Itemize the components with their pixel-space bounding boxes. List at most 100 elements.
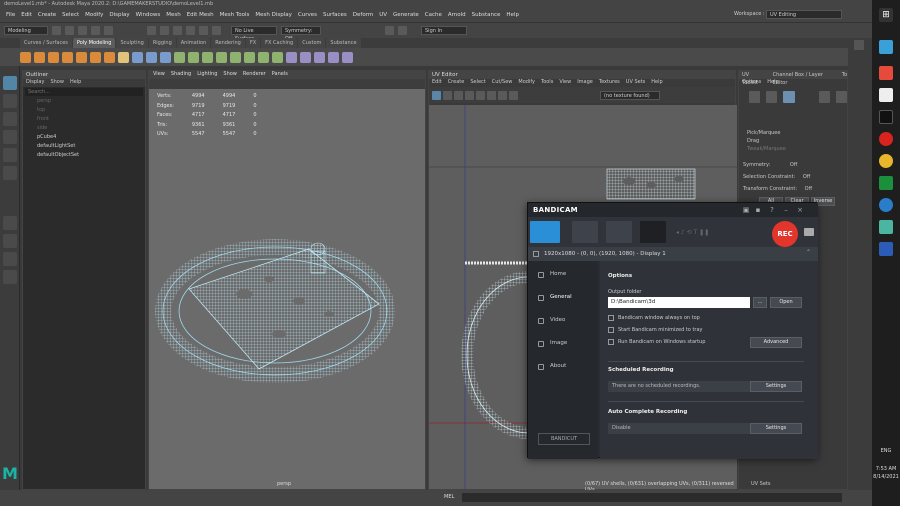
unfold-icon[interactable] — [328, 51, 339, 63]
bandicut-button[interactable]: BANDICUT — [538, 433, 590, 445]
browse-button[interactable]: ... — [753, 297, 767, 308]
outliner-item[interactable]: defaultObjectSet — [23, 151, 145, 160]
append-icon[interactable] — [216, 51, 227, 63]
uv-menu-item[interactable]: Help — [651, 79, 662, 87]
auto-map-icon[interactable] — [314, 51, 325, 63]
outliner-layout-icon[interactable] — [3, 270, 17, 284]
auto-complete-settings-button[interactable]: Settings — [750, 423, 802, 434]
menu-item[interactable]: Deform — [353, 12, 373, 18]
app-icon-4[interactable] — [879, 110, 893, 124]
game-mode-icon[interactable] — [572, 221, 598, 243]
shelf-tab[interactable]: Custom — [298, 38, 326, 48]
target-weld-icon[interactable] — [258, 51, 269, 63]
toolkit-tab[interactable]: UV Toolkit — [742, 71, 765, 86]
viewport-menu-item[interactable]: Shading — [171, 71, 191, 79]
uv-editor-icon[interactable] — [286, 51, 297, 63]
uv-checker-icon[interactable] — [454, 90, 463, 100]
shell-mode-icon[interactable] — [818, 91, 830, 103]
live-surface-field[interactable]: No Live Surface — [231, 26, 277, 42]
shelf-tab[interactable]: Rigging — [148, 38, 176, 48]
device-mode-icon[interactable] — [606, 221, 632, 243]
select-object-icon[interactable] — [160, 26, 169, 35]
bevel-icon[interactable] — [174, 51, 185, 63]
menu-item[interactable]: Select — [62, 12, 79, 18]
uv-menu-item[interactable]: Modify — [518, 79, 535, 87]
select-component-icon[interactable] — [173, 26, 182, 35]
display-selection[interactable]: 1920x1080 - (0, 0), (1920, 1080) - Displ… — [528, 247, 818, 261]
select-tool-icon[interactable] — [3, 76, 17, 90]
symmetry-dropdown[interactable]: Symmetry: Off — [281, 26, 321, 42]
chrome-icon[interactable] — [879, 154, 893, 168]
snap-grid-icon[interactable] — [186, 26, 195, 35]
uv-menu-item[interactable]: Tools — [541, 79, 553, 87]
outliner-item[interactable]: top — [23, 106, 145, 115]
sign-in-button[interactable]: Sign In — [421, 26, 467, 35]
snap-point-icon[interactable] — [212, 26, 221, 35]
render-icon[interactable] — [385, 26, 394, 35]
multi-cut-icon[interactable] — [244, 51, 255, 63]
uv-menu-item[interactable]: Image — [577, 79, 593, 87]
layout-icon[interactable] — [342, 51, 353, 63]
outliner-menu-item[interactable]: Display — [26, 79, 44, 87]
save-scene-icon[interactable] — [78, 26, 87, 35]
tweak-option[interactable]: Tweak/Marquee — [747, 145, 847, 153]
cube-icon[interactable] — [34, 51, 45, 63]
texture-dropdown[interactable]: (no texture found) — [600, 90, 660, 100]
panel-toggle-icon[interactable] — [854, 40, 864, 50]
clock-time[interactable]: 7:53 AM — [872, 466, 900, 472]
selection-constraint-value[interactable]: Off — [803, 174, 810, 180]
face-mode-icon[interactable] — [783, 91, 795, 103]
outliner-item[interactable]: front — [23, 115, 145, 124]
pick-marquee-option[interactable]: Pick/Marquee — [747, 129, 847, 137]
word-icon[interactable] — [879, 242, 893, 256]
outliner-search[interactable]: Search... — [25, 88, 143, 96]
shelf-tab[interactable]: FX Caching — [261, 38, 298, 48]
menu-item[interactable]: Modify — [85, 12, 103, 18]
mode-dropdown[interactable]: Modeling — [4, 26, 48, 35]
uv-mode-icon[interactable] — [835, 91, 848, 103]
viewport-menu-item[interactable]: Panels — [272, 71, 288, 79]
menu-item[interactable]: Substance — [472, 12, 501, 18]
screen-mode-icon[interactable] — [530, 221, 560, 243]
four-layout-icon[interactable] — [3, 234, 17, 248]
app-icon-1[interactable] — [879, 40, 893, 54]
fill-hole-icon[interactable] — [230, 51, 241, 63]
viewport-menu-item[interactable]: View — [153, 71, 165, 79]
cylinder-icon[interactable] — [48, 51, 59, 63]
workspace-dropdown[interactable]: UV Editing — [766, 10, 842, 19]
app-icon-7[interactable] — [879, 176, 893, 190]
snap-curve-icon[interactable] — [199, 26, 208, 35]
transform-constraint-value[interactable]: Off — [805, 186, 812, 192]
torus-icon[interactable] — [76, 51, 87, 63]
open-folder-button[interactable]: Open — [770, 297, 802, 308]
menu-item[interactable]: Windows — [136, 12, 161, 18]
rotate-tool-icon[interactable] — [3, 148, 17, 162]
uv-sets-section[interactable]: UV Sets — [751, 481, 771, 487]
shelf-tab[interactable]: Animation — [176, 38, 211, 48]
checkbox[interactable] — [608, 315, 614, 321]
checkbox[interactable] — [608, 339, 614, 345]
viewport-menu-item[interactable]: Show — [223, 71, 237, 79]
audio-controls-icon[interactable]: ◂ ♪ ⟲ T ❚❚ — [676, 229, 756, 236]
select-hierarchy-icon[interactable] — [147, 26, 156, 35]
collapse-icon[interactable]: ⌃ — [806, 249, 811, 256]
nav-general[interactable]: General — [550, 294, 572, 300]
single-layout-icon[interactable] — [3, 216, 17, 230]
uv-menu-item[interactable]: UV Sets — [626, 79, 646, 87]
menu-item[interactable]: UV — [379, 12, 387, 18]
rec-button[interactable]: REC — [772, 221, 798, 247]
viewport-menu-item[interactable]: Lighting — [197, 71, 217, 79]
redo-icon[interactable] — [104, 26, 113, 35]
separate-icon[interactable] — [146, 51, 157, 63]
extrude-icon[interactable] — [202, 51, 213, 63]
bandicam-taskbar-icon[interactable] — [879, 132, 893, 146]
shelf-tab[interactable]: Curves / Surfaces — [20, 38, 72, 48]
menu-item[interactable]: Create — [38, 12, 56, 18]
toolkit-menu-item[interactable]: Help — [767, 79, 778, 87]
ipr-render-icon[interactable] — [398, 26, 407, 35]
menu-item[interactable]: Generate — [393, 12, 419, 18]
outliner-item[interactable]: defaultLightSet — [23, 142, 145, 151]
language-indicator[interactable]: ENG — [875, 448, 897, 454]
nav-image[interactable]: Image — [550, 340, 567, 346]
menu-item[interactable]: Cache — [425, 12, 442, 18]
